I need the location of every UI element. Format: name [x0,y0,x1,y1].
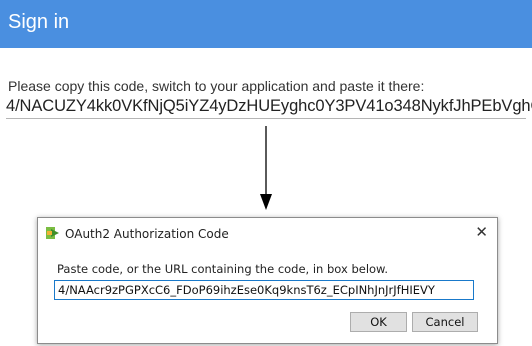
sign-in-header: Sign in [0,0,532,48]
dialog-title: OAuth2 Authorization Code [65,227,229,241]
oauth-app-icon [46,227,59,239]
page-title: Sign in [8,11,70,33]
oauth-code-dialog: OAuth2 Authorization Code ✕ Paste code, … [37,217,498,344]
authorization-code-input[interactable] [54,280,474,300]
down-arrow-icon [260,126,272,210]
ok-button[interactable]: OK [350,312,407,332]
code-underline-divider [6,118,526,119]
copy-instructions: Please copy this code, switch to your ap… [8,78,425,94]
dialog-prompt-label: Paste code, or the URL containing the co… [57,262,389,276]
close-icon[interactable]: ✕ [475,222,488,242]
authorization-code-text[interactable]: 4/NACUZY4kk0VKfNjQ5iYZ4yDzHUEyghc0Y3PV41… [6,96,532,116]
cancel-button[interactable]: Cancel [412,312,478,332]
